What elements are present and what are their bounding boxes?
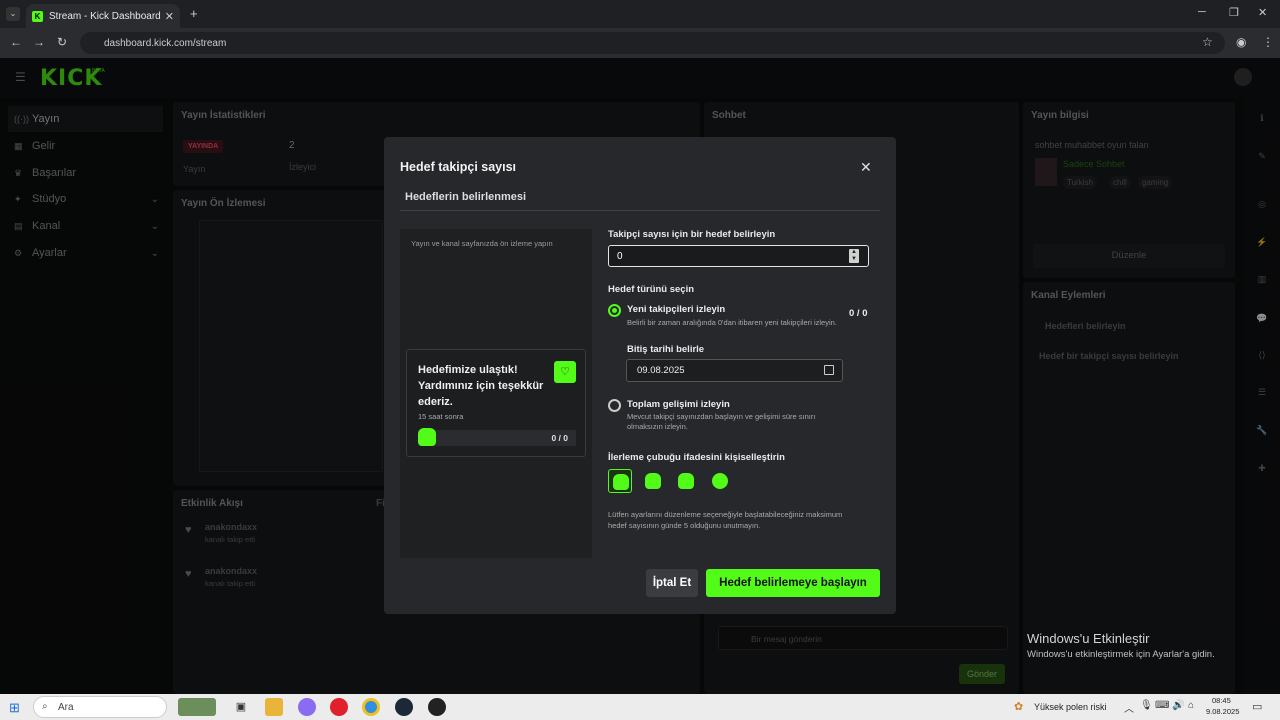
search-icon: ⌕ [42,701,48,712]
goal-type-label: Hedef türünü seçin [608,284,695,295]
widget-image-icon[interactable] [178,698,216,716]
emote-icon [418,428,436,446]
copilot-icon[interactable] [298,698,316,716]
minimize-icon[interactable]: ─ [1198,6,1206,18]
opera-icon[interactable] [330,698,348,716]
new-tab-icon[interactable]: + [190,6,198,21]
limit-note: Lütfen ayarlarını düzenleme seçeneğiyle … [608,510,843,530]
close-icon[interactable]: ✕ [860,159,872,176]
goal-modal: Hedef takipçi sayısı ✕ Hedeflerin belirl… [384,137,896,614]
emote-option[interactable] [641,469,665,493]
goal-card: Hedefimize ulaştık! Yardımınız için teşe… [406,349,586,457]
notification-icon[interactable]: ▭ [1252,700,1262,713]
tray-chevron-icon[interactable]: ︿ [1124,700,1134,715]
clock-date[interactable]: 9.08.2025 [1206,707,1239,716]
radio-new-followers[interactable] [608,304,621,317]
goal-card-count: 0 / 0 [551,433,568,443]
option-desc: Mevcut takipçi sayınızdan başlayın ve ge… [627,412,816,431]
emote-icon [613,474,629,490]
app-icon[interactable] [428,698,446,716]
reload-icon[interactable]: ↻ [57,35,67,49]
weather-text[interactable]: Yüksek polen riski [1034,702,1107,712]
radio-total-progress[interactable] [608,399,621,412]
bookmark-star-icon[interactable]: ☆ [1202,35,1213,49]
windows-start-icon[interactable]: ⊞ [9,700,20,716]
end-date-field[interactable]: 09.08.2025 [626,359,843,382]
task-view-icon[interactable]: ▣ [232,698,250,716]
heart-icon: ♡ [554,361,576,383]
close-tab-icon[interactable]: ✕ [165,10,174,23]
goal-card-title: Hedefimize ulaştık! Yardımınız için teşe… [418,364,544,408]
keyboard-icon[interactable]: ⌨ [1155,700,1169,711]
goal-preview: Yayın ve kanal sayfanızda ön izleme yapı… [400,229,592,558]
steam-icon[interactable] [395,698,413,716]
browser-toolbar: ← → ↻ dashboard.kick.com/stream ☆ ◉ ⋮ [0,28,1280,58]
start-goal-button[interactable]: Hedef belirlemeye başlayın [706,569,880,597]
emote-face-icon [712,473,728,489]
kick-favicon-icon: K [32,10,43,22]
emote-blob-icon [678,473,694,489]
profile-icon[interactable]: ◉ [1236,35,1246,49]
modal-subtitle: Hedeflerin belirlenmesi [405,191,527,203]
option-desc: Belirli bir zaman aralığında 0'dan itiba… [627,318,837,327]
tab-list-icon[interactable]: ⌄ [6,7,20,21]
restore-icon[interactable]: ❐ [1229,6,1239,19]
goal-card-time: 15 saat sonra [418,412,464,421]
tab-title: Stream - Kick Dashboard [49,10,161,22]
volume-icon[interactable]: 🔊 [1172,700,1184,711]
goal-progress-bar: 0 / 0 [418,428,576,446]
goal-input-label: Takipçi sayısı için bir hedef belirleyin [608,229,776,240]
goal-input[interactable] [608,245,869,267]
url-text: dashboard.kick.com/stream [104,37,227,49]
emote-crown-icon [645,473,661,489]
divider [400,210,880,211]
calendar-icon[interactable] [824,365,834,375]
network-icon[interactable]: ⌂ [1188,700,1194,711]
option-label: Yeni takipçileri izleyin [627,304,726,315]
clock-time[interactable]: 08:45 [1212,696,1231,705]
taskbar-search[interactable]: ⌕ Ara [33,696,167,718]
close-window-icon[interactable]: ✕ [1258,6,1267,19]
option-count: 0 / 0 [849,308,868,319]
number-stepper-icon[interactable]: ▲ ▼ [849,249,859,263]
windows-activation-desc: Windows'u etkinleştirmek için Ayarlar'a … [1027,649,1215,660]
menu-dots-icon[interactable]: ⋮ [1262,35,1274,49]
microphone-icon[interactable]: 🎙 [1140,700,1153,711]
emote-option[interactable] [708,469,732,493]
taskbar: ⊞ ⌕ Ara ▣ ✿ Yüksek polen riski ︿ 🎙 ⌨ 🔊 ⌂… [0,694,1280,720]
windows-activation-title: Windows'u Etkinleştir [1027,631,1150,646]
cancel-button[interactable]: İptal Et [646,569,698,597]
pollen-icon: ✿ [1014,701,1024,713]
option-label: Toplam gelişimi izleyin [627,399,730,410]
end-date-label: Bitiş tarihi belirle [627,344,705,355]
emote-label: İlerleme çubuğu ifadesini kişiselleştiri… [608,452,785,463]
browser-tabstrip: ⌄ K Stream - Kick Dashboard ✕ + ─ ❐ ✕ [0,0,1280,28]
chrome-icon[interactable] [362,698,380,716]
forward-icon[interactable]: → [33,35,45,49]
modal-title: Hedef takipçi sayısı [400,160,517,174]
file-explorer-icon[interactable] [265,698,283,716]
address-bar[interactable]: dashboard.kick.com/stream [80,32,1225,54]
browser-tab[interactable]: K Stream - Kick Dashboard ✕ [26,4,180,28]
emote-option[interactable] [674,469,698,493]
emote-option-selected[interactable] [608,469,632,493]
back-icon[interactable]: ← [10,35,22,49]
preview-hint: Yayın ve kanal sayfanızda ön izleme yapı… [411,239,553,248]
